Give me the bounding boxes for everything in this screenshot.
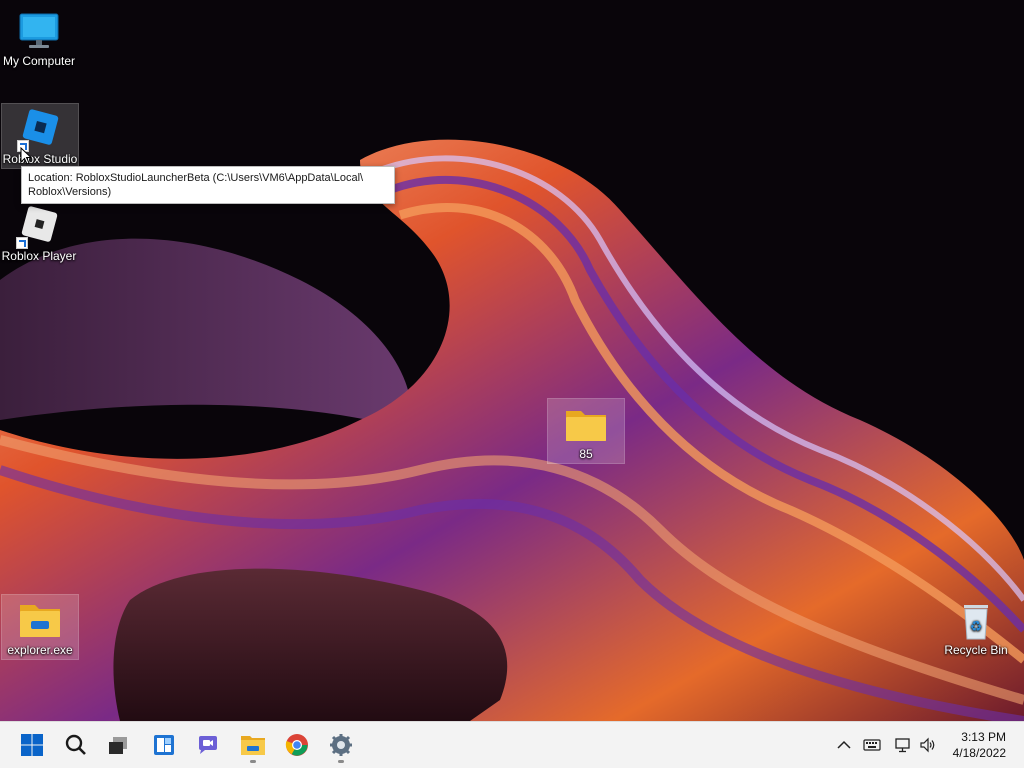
input-indicator[interactable] [862, 735, 882, 755]
clock-time: 3:13 PM [961, 730, 1006, 744]
widgets-icon [154, 735, 174, 755]
desktop-icon-recycle-bin[interactable]: ♻ Recycle Bin [938, 595, 1014, 659]
network-icon [895, 738, 910, 753]
widgets-button[interactable] [147, 728, 181, 762]
chevron-up-icon [837, 740, 851, 749]
file-explorer-icon [17, 599, 63, 641]
icon-label: Roblox Studio [2, 152, 78, 166]
tooltip-line-2: Roblox\Versions) [28, 186, 112, 198]
chrome-button[interactable] [280, 728, 314, 762]
file-explorer-button[interactable] [236, 728, 270, 763]
desktop-icon-explorer[interactable]: explorer.exe [1, 594, 79, 660]
taskbar-clock[interactable]: 3:13 PM 4/18/2022 [936, 729, 1006, 761]
icon-label: My Computer [2, 54, 76, 68]
tooltip-line-1: Location: RobloxStudioLauncherBeta (C:\U… [28, 172, 364, 184]
network-button[interactable] [893, 735, 913, 755]
svg-text:♻: ♻ [970, 619, 983, 635]
icon-label: explorer.exe [7, 643, 73, 657]
chrome-icon [285, 734, 308, 756]
file-explorer-icon [241, 736, 265, 755]
chat-button[interactable] [191, 728, 225, 762]
show-hidden-icons-button[interactable] [834, 735, 854, 755]
keyboard-icon [863, 739, 881, 751]
roblox-player-icon [16, 205, 62, 249]
volume-button[interactable] [918, 735, 938, 755]
monitor-icon [16, 10, 62, 52]
clock-date: 4/18/2022 [952, 746, 1006, 760]
recycle-bin-icon: ♻ [953, 599, 999, 641]
running-indicator [250, 760, 256, 763]
chat-icon [199, 736, 217, 754]
icon-label: Roblox Player [1, 249, 77, 263]
settings-button[interactable] [324, 728, 358, 763]
start-icon [21, 734, 43, 756]
desktop-icon-roblox-studio[interactable]: Roblox Studio [1, 103, 79, 169]
desktop-icon-roblox-player[interactable]: Roblox Player [1, 201, 77, 265]
shortcut-arrow-icon [16, 237, 28, 249]
folder-icon [563, 403, 609, 445]
running-indicator [338, 760, 344, 763]
taskbar: 3:13 PM 4/18/2022 [0, 721, 1024, 768]
roblox-studio-icon [17, 108, 63, 152]
desktop-wallpaper [0, 0, 1024, 721]
mouse-cursor-icon [20, 147, 32, 165]
icon-label: Recycle Bin [944, 643, 1008, 657]
desktop-icon-my-computer[interactable]: My Computer [1, 6, 77, 70]
settings-icon [330, 734, 352, 756]
task-view-button[interactable] [102, 728, 136, 762]
volume-icon [920, 737, 935, 753]
icon-label: 85 [579, 447, 593, 461]
search-button[interactable] [59, 728, 93, 762]
location-tooltip: Location: RobloxStudioLauncherBeta (C:\U… [21, 166, 395, 204]
search-icon [65, 734, 86, 755]
desktop-icon-folder-85[interactable]: 85 [547, 398, 625, 464]
start-button[interactable] [15, 728, 49, 762]
task-view-icon [109, 737, 127, 754]
